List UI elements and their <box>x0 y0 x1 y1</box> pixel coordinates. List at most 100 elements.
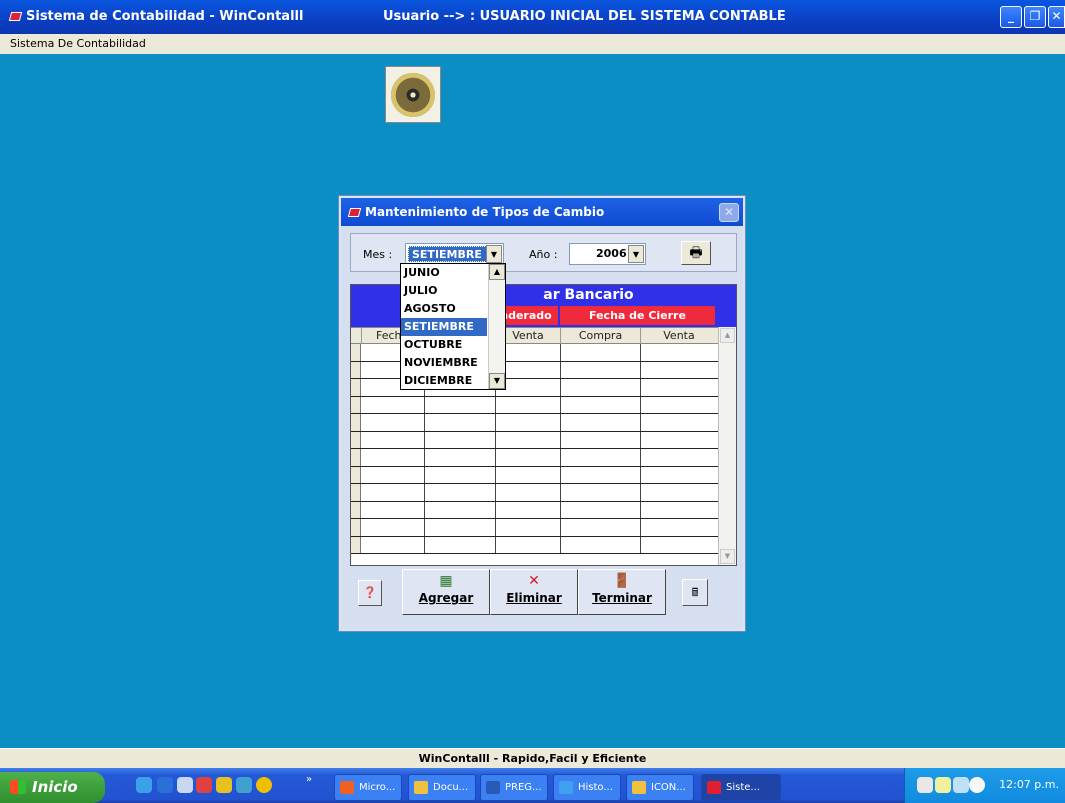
scroll-down-icon[interactable]: ▼ <box>489 373 505 389</box>
task-icon <box>340 781 354 794</box>
row-indicator[interactable] <box>351 519 361 536</box>
tray-network-icon[interactable] <box>917 777 933 793</box>
mes-option[interactable]: NOVIEMBRE <box>401 354 487 372</box>
window-title-text: Sistema de Contabilidad - WinContalll <box>26 9 304 24</box>
table-row[interactable] <box>351 519 718 537</box>
user-info: Usuario --> : USUARIO INICIAL DEL SISTEM… <box>383 9 786 24</box>
taskbar-button[interactable]: PREG... <box>480 774 548 801</box>
scroll-down-icon[interactable]: ▼ <box>720 549 735 564</box>
table-row[interactable] <box>351 501 718 519</box>
tool-icon[interactable] <box>236 777 252 793</box>
cell-divider <box>424 414 425 431</box>
mes-option[interactable]: OCTUBRE <box>401 336 487 354</box>
start-label: Inicio <box>32 778 78 796</box>
row-indicator[interactable] <box>351 501 361 518</box>
table-row[interactable] <box>351 449 718 467</box>
chevron-down-icon[interactable]: ▼ <box>628 245 644 263</box>
help-icon: ❓ <box>363 586 377 599</box>
table-row[interactable] <box>351 431 718 449</box>
calculator-button[interactable]: 🖩 <box>682 579 708 606</box>
cell-divider <box>560 361 561 378</box>
cell-divider <box>560 344 561 361</box>
cell-divider <box>640 396 641 413</box>
app-icon[interactable] <box>216 777 232 793</box>
row-indicator[interactable] <box>351 414 361 431</box>
table-row[interactable] <box>351 484 718 502</box>
cell-divider <box>640 536 641 553</box>
eliminar-button[interactable]: ✕ Eliminar <box>490 569 578 615</box>
tray-antivirus-icon[interactable] <box>935 777 951 793</box>
task-icon <box>414 781 428 794</box>
row-indicator[interactable] <box>351 449 361 466</box>
document-icon[interactable] <box>177 777 193 793</box>
column-compra-cierre[interactable]: Compra <box>560 328 640 344</box>
cell-divider <box>560 379 561 396</box>
table-row[interactable] <box>351 414 718 432</box>
ie-icon[interactable] <box>136 777 152 793</box>
scroll-up-icon[interactable]: ▲ <box>720 328 735 343</box>
window-title: Sistema de Contabilidad - WinContalll <box>8 9 304 24</box>
row-indicator[interactable] <box>351 361 361 378</box>
dialog-close-button[interactable]: ✕ <box>719 203 739 222</box>
menu-item-sistema[interactable]: Sistema De Contabilidad <box>10 37 146 50</box>
task-icon <box>632 781 646 794</box>
chevron-right-icon[interactable]: » <box>306 774 312 785</box>
tray-volume-icon[interactable] <box>953 777 969 793</box>
cell-divider <box>640 519 641 536</box>
mes-select[interactable]: SETIEMBRE ▼ <box>405 243 504 265</box>
grid-scrollbar[interactable]: ▲ ▼ <box>718 327 736 565</box>
scroll-up-icon[interactable]: ▲ <box>489 264 505 280</box>
cell-divider <box>640 361 641 378</box>
mes-option[interactable]: AGOSTO <box>401 300 487 318</box>
mes-option[interactable]: SETIEMBRE <box>401 318 487 336</box>
start-button[interactable]: Inicio <box>0 772 105 803</box>
dialog-title: Mantenimiento de Tipos de Cambio <box>365 205 605 219</box>
cell-divider <box>424 519 425 536</box>
minimize-button[interactable]: _ <box>1000 6 1022 28</box>
row-indicator[interactable] <box>351 431 361 448</box>
messenger-icon[interactable] <box>256 777 272 793</box>
list-scrollbar[interactable]: ▲ ▼ <box>488 264 505 389</box>
print-button[interactable]: 🖶 <box>681 241 711 265</box>
restore-button[interactable]: ❐ <box>1024 6 1046 28</box>
taskbar-button[interactable]: Micro... <box>334 774 402 801</box>
table-row[interactable] <box>351 396 718 414</box>
mes-option[interactable]: DICIEMBRE <box>401 372 487 390</box>
chevron-down-icon[interactable]: ▼ <box>486 245 502 263</box>
mes-selected-value: SETIEMBRE <box>408 246 487 262</box>
cell-divider <box>495 414 496 431</box>
cell-divider <box>560 484 561 501</box>
cell-divider <box>424 466 425 483</box>
agregar-button[interactable]: ▦ Agregar <box>402 569 490 615</box>
tray-update-icon[interactable] <box>969 777 985 793</box>
anio-select[interactable]: 2006 ▼ <box>569 243 646 265</box>
dialog-title-bar[interactable]: Mantenimiento de Tipos de Cambio ✕ <box>341 198 743 226</box>
browser-icon[interactable] <box>157 777 173 793</box>
media-icon[interactable] <box>196 777 212 793</box>
mes-option[interactable]: JUNIO <box>401 264 487 282</box>
close-button[interactable]: ✕ <box>1048 6 1065 28</box>
taskbar-button[interactable]: ICON... <box>626 774 694 801</box>
table-row[interactable] <box>351 536 718 554</box>
table-row[interactable] <box>351 466 718 484</box>
mes-dropdown-list[interactable]: JUNIO JULIO AGOSTO SETIEMBRE OCTUBRE NOVIEMBR… <box>400 263 506 390</box>
row-indicator[interactable] <box>351 536 361 553</box>
column-venta-cierre[interactable]: Venta <box>640 328 717 344</box>
taskbar-button[interactable]: Histo... <box>553 774 621 801</box>
taskbar-button[interactable]: Siste... <box>701 774 781 801</box>
row-indicator[interactable] <box>351 396 361 413</box>
taskbar-button[interactable]: Docu... <box>408 774 476 801</box>
cell-divider <box>640 344 641 361</box>
grid-title-text: ar Bancario <box>543 287 634 303</box>
task-label: Histo... <box>578 782 613 793</box>
anio-label: Año : <box>529 248 558 261</box>
window-title-bar[interactable]: Sistema de Contabilidad - WinContalll Us… <box>0 0 1065 34</box>
row-indicator[interactable] <box>351 379 361 396</box>
row-indicator[interactable] <box>351 344 361 361</box>
help-button[interactable]: ❓ <box>358 580 382 606</box>
menu-bar[interactable]: Sistema De Contabilidad <box>0 34 1065 54</box>
terminar-button[interactable]: 🚪 Terminar <box>578 569 666 615</box>
row-indicator[interactable] <box>351 484 361 501</box>
mes-option[interactable]: JULIO <box>401 282 487 300</box>
row-indicator[interactable] <box>351 466 361 483</box>
